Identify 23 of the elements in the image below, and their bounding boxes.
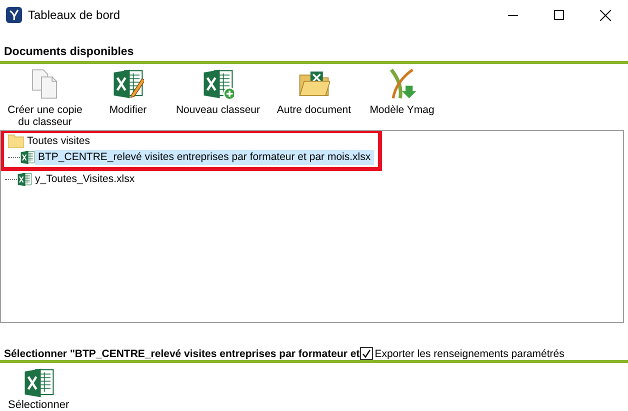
checkbox-label: Exporter les renseignements paramétrés bbox=[374, 348, 564, 360]
toolbar-button[interactable]: Modèle Ymag bbox=[360, 66, 444, 118]
toolbar-button[interactable]: Autre document bbox=[268, 66, 360, 118]
folder-icon bbox=[8, 134, 24, 148]
spreadsheet-icon bbox=[22, 367, 55, 399]
select-button[interactable]: Sélectionner bbox=[8, 367, 70, 411]
toolbar-button[interactable]: Nouveau classeur bbox=[168, 66, 268, 118]
toolbar-button[interactable]: Modifier bbox=[88, 66, 168, 118]
selection-title: Sélectionner "BTP_CENTRE_relevé visites entreprises par formateur et bbox=[4, 348, 360, 360]
spreadsheet-icon bbox=[17, 172, 32, 187]
spreadsheet-plus-icon bbox=[202, 68, 234, 100]
toolbar-button[interactable]: Créer une copie du classeur bbox=[2, 66, 88, 130]
spreadsheet-icon bbox=[20, 150, 35, 165]
section-title: Documents disponibles bbox=[4, 46, 134, 58]
close-icon bbox=[600, 10, 610, 20]
checkbox[interactable] bbox=[360, 347, 373, 360]
folder-item[interactable]: Toutes visites bbox=[24, 134, 94, 149]
spreadsheet-pencil-icon bbox=[112, 68, 144, 100]
file-item[interactable]: BTP_CENTRE_relevé visites entreprises par formateur et par mois.xlsx bbox=[35, 150, 374, 165]
file-item[interactable]: y_Toutes_Visites.xlsx bbox=[32, 172, 138, 187]
app-logo-icon bbox=[6, 7, 22, 23]
window-title: Tableaux de bord bbox=[28, 8, 122, 22]
maximize-icon bbox=[554, 10, 564, 20]
